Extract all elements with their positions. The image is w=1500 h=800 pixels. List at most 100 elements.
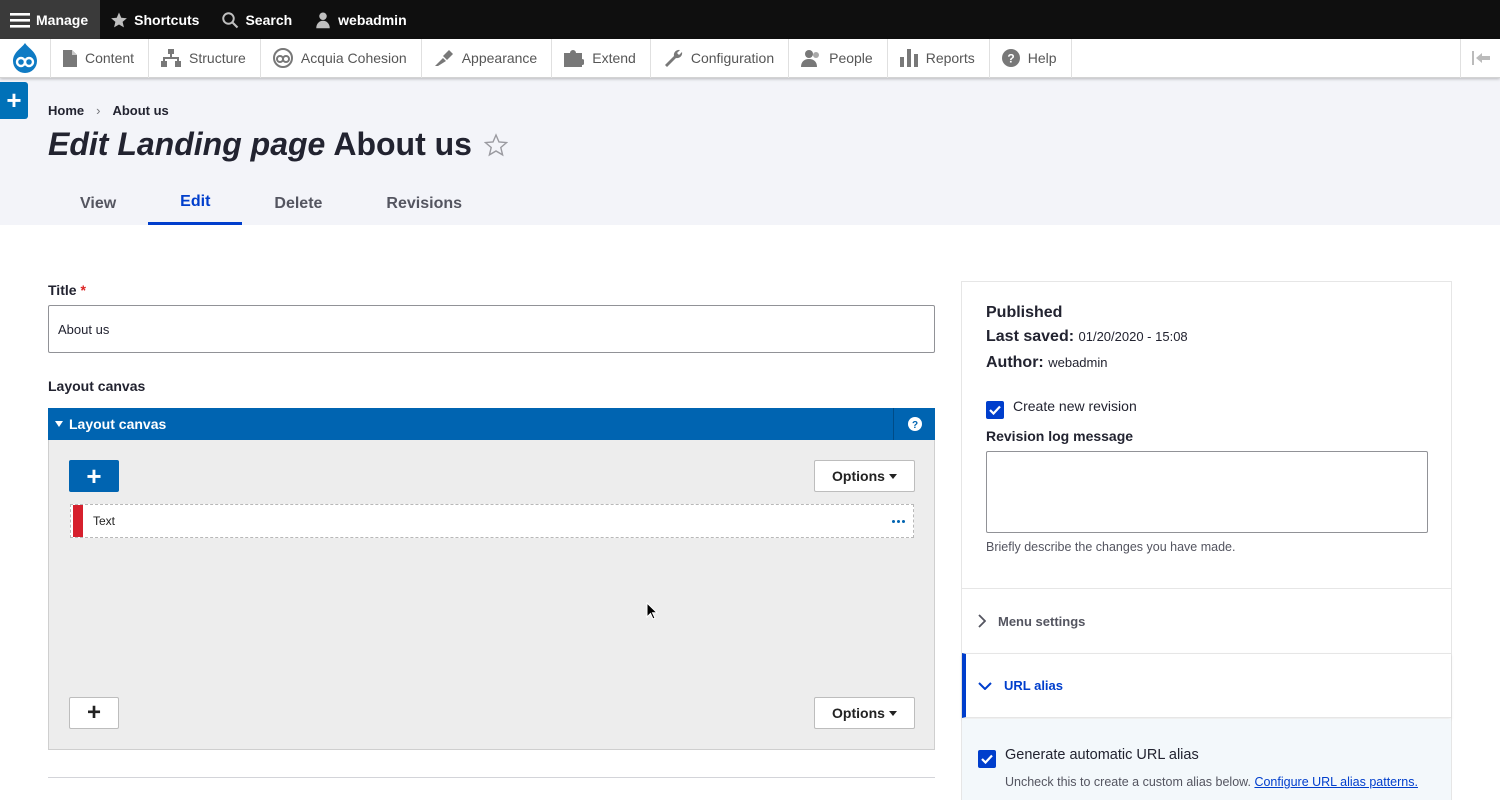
element-color-bar bbox=[73, 505, 83, 537]
create-revision-checkbox-row: Create new revision bbox=[986, 398, 1137, 419]
tray-item-structure[interactable]: Structure bbox=[148, 38, 260, 78]
svg-text:?: ? bbox=[911, 420, 917, 431]
tab-revisions[interactable]: Revisions bbox=[354, 182, 494, 225]
breadcrumb-separator: › bbox=[96, 103, 101, 118]
url-alias-toggle[interactable]: URL alias bbox=[962, 653, 1451, 718]
create-revision-checkbox[interactable] bbox=[986, 401, 1004, 419]
tab-edit[interactable]: Edit bbox=[148, 182, 243, 225]
tray-item-label: Extend bbox=[592, 50, 636, 66]
svg-text:?: ? bbox=[1007, 52, 1014, 66]
canvas-options-bottom-button[interactable]: Options bbox=[814, 697, 915, 729]
canvas-options-button[interactable]: Options bbox=[814, 460, 915, 492]
tray-item-label: Structure bbox=[189, 50, 246, 66]
help-icon: ? bbox=[907, 417, 922, 431]
shortcuts-button[interactable]: Shortcuts bbox=[100, 0, 211, 39]
manage-button[interactable]: Manage bbox=[0, 0, 101, 39]
create-revision-label: Create new revision bbox=[1013, 398, 1137, 414]
tray-item-configuration[interactable]: Configuration bbox=[649, 38, 788, 78]
hamburger-icon bbox=[10, 12, 30, 28]
tray-orientation-toggle[interactable] bbox=[1460, 38, 1500, 78]
admin-toolbar: Manage Shortcuts Search webadmin bbox=[0, 0, 1500, 39]
last-saved-label: Last saved: bbox=[986, 328, 1075, 345]
tray-item-label: Reports bbox=[925, 50, 975, 66]
tray-item-label: People bbox=[829, 50, 873, 66]
tray-item-label: Content bbox=[85, 50, 135, 66]
publish-status: Published bbox=[986, 304, 1063, 321]
title-input[interactable]: About us bbox=[48, 305, 935, 353]
layout-canvas-label: Layout canvas bbox=[48, 378, 146, 394]
add-element-button[interactable]: + bbox=[69, 460, 119, 492]
tray-item-content[interactable]: Content bbox=[50, 38, 148, 78]
search-button[interactable]: Search bbox=[211, 0, 304, 39]
revision-log-hint: Briefly describe the changes you have ma… bbox=[986, 540, 1236, 554]
canvas-help-button[interactable]: ? bbox=[893, 408, 935, 440]
search-icon bbox=[222, 11, 239, 28]
title-label-text: Title bbox=[48, 282, 77, 298]
meta-sidebar: Published Last saved: 01/20/2020 - 15:08… bbox=[961, 281, 1452, 800]
url-alias-label: URL alias bbox=[1004, 678, 1064, 693]
alias-hint-text: Uncheck this to create a custom alias be… bbox=[1005, 775, 1251, 789]
revision-log-label: Revision log message bbox=[986, 428, 1134, 444]
user-menu-button[interactable]: webadmin bbox=[304, 0, 418, 39]
checkmark-icon bbox=[989, 405, 1001, 415]
shortcut-star-icon[interactable] bbox=[483, 132, 508, 157]
menu-settings-toggle[interactable]: Menu settings bbox=[962, 588, 1451, 653]
generate-alias-checkbox[interactable] bbox=[978, 750, 996, 768]
canvas-element-text[interactable]: Text bbox=[70, 504, 914, 538]
dropdown-caret-icon bbox=[888, 473, 897, 479]
bar-chart-icon bbox=[899, 49, 918, 67]
tray-item-label: Appearance bbox=[461, 50, 538, 66]
tray-item-help[interactable]: ? Help bbox=[988, 38, 1072, 78]
page-title-prefix: Edit Landing page bbox=[48, 126, 326, 162]
element-label: Text bbox=[93, 514, 116, 528]
add-content-tab[interactable]: + bbox=[0, 82, 28, 119]
breadcrumb-current[interactable]: About us bbox=[112, 103, 168, 118]
last-saved-value: 01/20/2020 - 15:08 bbox=[1078, 329, 1188, 344]
drupal-logo[interactable] bbox=[0, 39, 50, 78]
local-tasks: View Edit Delete Revisions bbox=[48, 182, 494, 225]
layout-canvas-body: + Options Text + Options bbox=[48, 440, 935, 750]
configure-alias-link[interactable]: Configure URL alias patterns. bbox=[1254, 775, 1418, 789]
help-circle-icon: ? bbox=[1001, 49, 1020, 67]
people-icon bbox=[801, 50, 820, 67]
paintbrush-icon bbox=[434, 50, 453, 66]
revision-log-textarea[interactable] bbox=[986, 451, 1428, 533]
title-field-label: Title * bbox=[48, 282, 86, 298]
tray-item-extend[interactable]: Extend bbox=[551, 38, 650, 78]
page-title-name: About us bbox=[333, 126, 472, 162]
cohesion-icon bbox=[272, 48, 293, 68]
user-icon bbox=[316, 12, 330, 28]
generate-alias-checkbox-row: Generate automatic URL alias bbox=[978, 747, 1199, 768]
dropdown-caret-icon bbox=[888, 710, 897, 716]
tray-item-people[interactable]: People bbox=[788, 38, 887, 78]
collapse-left-icon bbox=[1471, 51, 1490, 65]
tray-item-reports[interactable]: Reports bbox=[886, 38, 989, 78]
drupal-drop-icon bbox=[13, 43, 37, 73]
generate-alias-label: Generate automatic URL alias bbox=[1005, 747, 1199, 763]
breadcrumb-home[interactable]: Home bbox=[48, 103, 84, 118]
shortcuts-label: Shortcuts bbox=[134, 11, 200, 28]
add-element-bottom-button[interactable]: + bbox=[69, 697, 119, 729]
options-label: Options bbox=[832, 468, 885, 484]
tray-item-label: Configuration bbox=[690, 50, 775, 66]
layout-canvas-header[interactable]: Layout canvas ? bbox=[48, 408, 935, 440]
star-icon bbox=[111, 12, 127, 27]
document-icon bbox=[63, 49, 77, 67]
chevron-right-icon bbox=[978, 614, 986, 628]
tray-item-acquia-cohesion[interactable]: Acquia Cohesion bbox=[259, 38, 421, 78]
author: Author: webadmin bbox=[986, 354, 1188, 372]
options-label: Options bbox=[832, 705, 885, 721]
last-saved: Last saved: 01/20/2020 - 15:08 bbox=[986, 328, 1188, 346]
structure-icon bbox=[161, 49, 182, 67]
element-more-icon[interactable] bbox=[892, 519, 905, 523]
menu-settings-label: Menu settings bbox=[998, 613, 1086, 629]
alias-hint: Uncheck this to create a custom alias be… bbox=[1005, 774, 1425, 790]
mouse-cursor-icon bbox=[646, 601, 659, 625]
tray-item-appearance[interactable]: Appearance bbox=[420, 38, 552, 78]
entity-meta: Published Last saved: 01/20/2020 - 15:08… bbox=[986, 304, 1188, 380]
admin-tray: Content Structure Acquia Cohesion Appear… bbox=[0, 38, 1500, 78]
author-value: webadmin bbox=[1048, 355, 1108, 370]
tab-delete[interactable]: Delete bbox=[242, 182, 354, 225]
puzzle-icon bbox=[564, 50, 585, 67]
tab-view[interactable]: View bbox=[48, 182, 148, 225]
